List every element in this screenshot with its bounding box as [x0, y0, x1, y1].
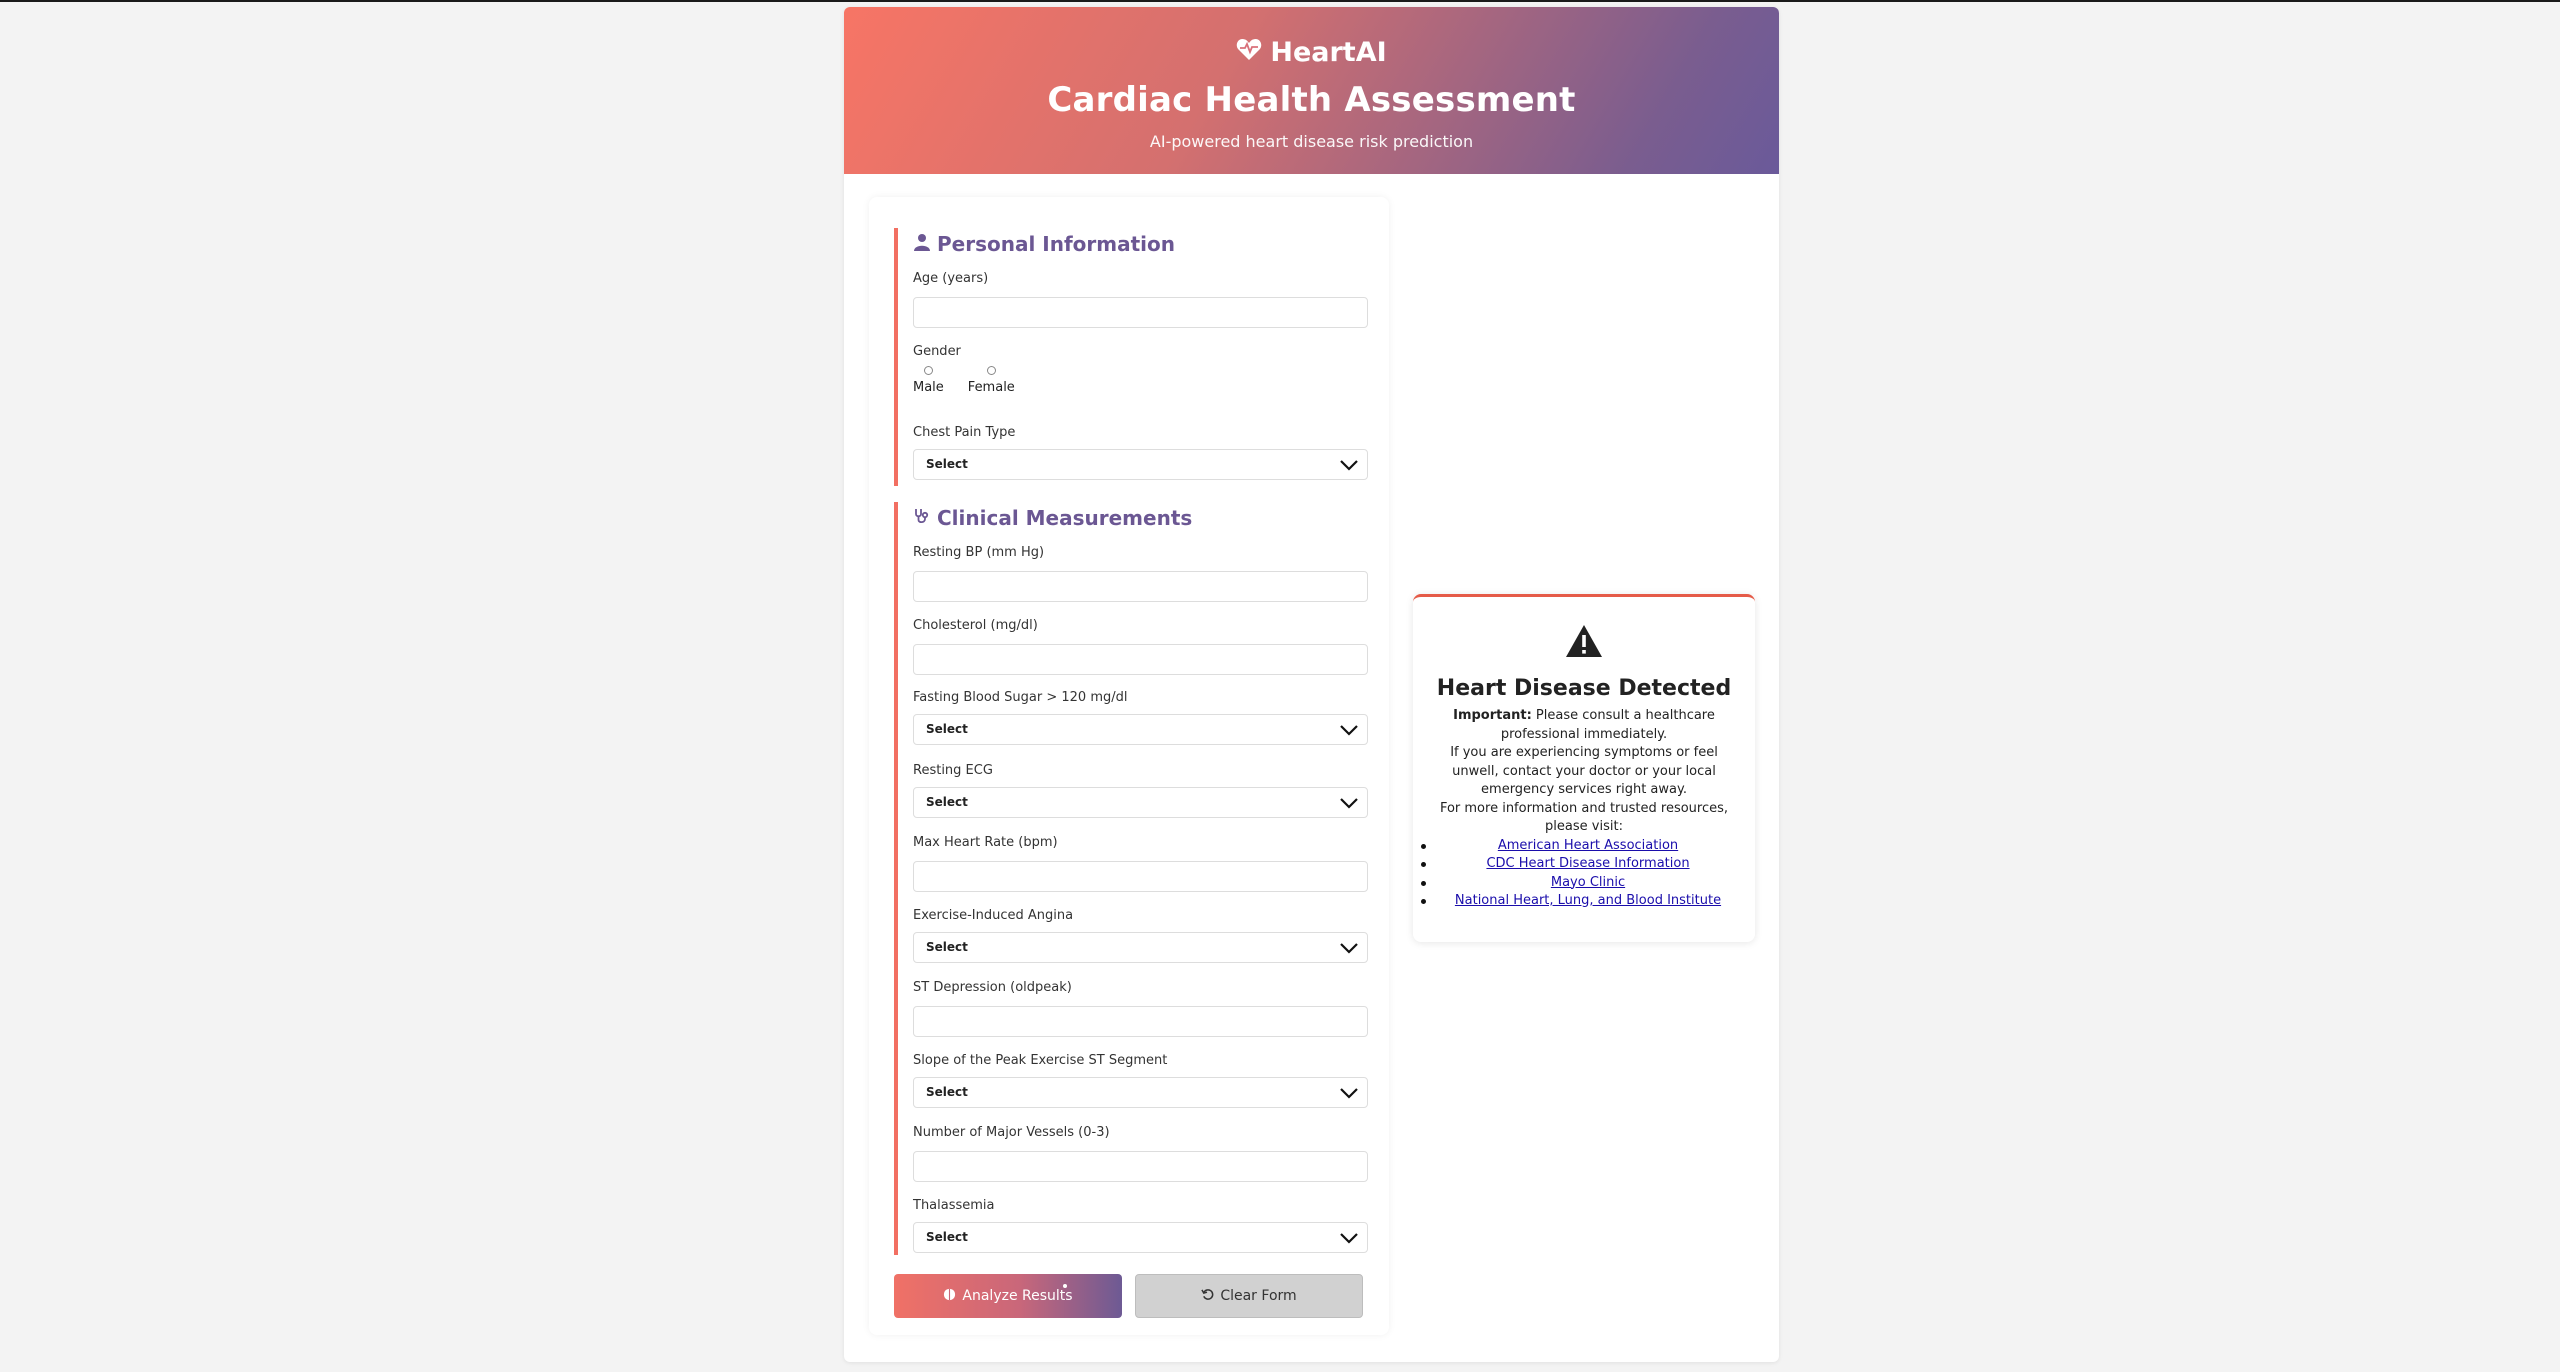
assessment-form: Personal Information Age (years) Gender …: [869, 197, 1389, 1335]
personal-info-section: Personal Information Age (years) Gender …: [894, 228, 1368, 486]
ecg-select[interactable]: Select: [913, 787, 1368, 818]
loading-dot: [1063, 1284, 1067, 1288]
cholesterol-input[interactable]: [913, 644, 1368, 675]
st-depression-label: ST Depression (oldpeak): [913, 980, 1072, 995]
clinical-section: Clinical Measurements Resting BP (mm Hg)…: [894, 502, 1368, 1255]
angina-select[interactable]: Select: [913, 932, 1368, 963]
male-label: Male: [913, 380, 944, 395]
analyze-button[interactable]: Analyze Results: [894, 1274, 1122, 1318]
bullet: [1421, 843, 1426, 849]
ecg-label: Resting ECG: [913, 763, 993, 778]
resource-links: American Heart Association CDC Heart Dis…: [1413, 837, 1755, 911]
link-american-heart-association[interactable]: American Heart Association: [1498, 838, 1678, 853]
list-item: National Heart, Lung, and Blood Institut…: [1421, 892, 1755, 911]
max-hr-input[interactable]: [913, 861, 1368, 892]
result-message: Important: Please consult a healthcare p…: [1439, 707, 1729, 837]
gender-option-male[interactable]: Male: [913, 366, 944, 395]
max-hr-label: Max Heart Rate (bpm): [913, 835, 1058, 850]
chevron-down-icon: [1340, 1088, 1358, 1099]
list-item: Mayo Clinic: [1421, 874, 1755, 893]
slope-select[interactable]: Select: [913, 1077, 1368, 1108]
male-radio[interactable]: [923, 366, 933, 375]
symptoms-note: If you are experiencing symptoms or feel…: [1450, 745, 1718, 797]
chevron-down-icon: [1340, 725, 1358, 736]
link-mayo-clinic[interactable]: Mayo Clinic: [1551, 875, 1625, 890]
page-title: Cardiac Health Assessment: [1047, 80, 1576, 120]
age-label: Age (years): [913, 271, 989, 286]
thalassemia-label: Thalassemia: [913, 1198, 995, 1213]
header-banner: HeartAI Cardiac Health Assessment AI-pow…: [844, 7, 1779, 174]
chest-pain-label: Chest Pain Type: [913, 425, 1016, 440]
resting-bp-label: Resting BP (mm Hg): [913, 545, 1045, 560]
chevron-down-icon: [1340, 943, 1358, 954]
slope-value: Select: [926, 1085, 968, 1099]
user-icon: [913, 232, 931, 256]
st-depression-input[interactable]: [913, 1006, 1368, 1037]
clear-form-button[interactable]: Clear Form: [1135, 1274, 1363, 1318]
vessels-label: Number of Major Vessels (0-3): [913, 1125, 1110, 1140]
chevron-down-icon: [1340, 1233, 1358, 1244]
brain-icon: [943, 1288, 956, 1305]
page-subtitle: AI-powered heart disease risk prediction: [1149, 132, 1474, 151]
angina-value: Select: [926, 940, 968, 954]
result-card: Heart Disease Detected Important: Please…: [1413, 594, 1755, 942]
brand-name: HeartAI: [1270, 37, 1387, 68]
gender-label: Gender: [913, 344, 961, 359]
list-item: CDC Heart Disease Information: [1421, 855, 1755, 874]
bullet: [1421, 899, 1426, 904]
result-title: Heart Disease Detected: [1436, 676, 1732, 701]
age-input[interactable]: [913, 297, 1368, 328]
brand: HeartAI: [844, 7, 1779, 68]
link-cdc[interactable]: CDC Heart Disease Information: [1486, 856, 1689, 871]
resting-bp-input[interactable]: [913, 571, 1368, 602]
female-radio[interactable]: [986, 366, 996, 375]
important-note: Important: Please consult a healthcare p…: [1439, 707, 1729, 744]
fbs-label: Fasting Blood Sugar > 120 mg/dl: [913, 690, 1128, 705]
bullet: [1421, 880, 1426, 886]
chest-pain-value: Select: [926, 457, 968, 471]
angina-label: Exercise-Induced Angina: [913, 908, 1074, 923]
list-item: American Heart Association: [1421, 837, 1755, 856]
fbs-select[interactable]: Select: [913, 714, 1368, 745]
thalassemia-select[interactable]: Select: [913, 1222, 1368, 1253]
stethoscope-icon: [913, 506, 931, 530]
section-title-clinical: Clinical Measurements: [937, 506, 1193, 530]
ecg-value: Select: [926, 795, 968, 809]
chest-pain-select[interactable]: Select: [913, 449, 1368, 480]
analyze-label: Analyze Results: [962, 1288, 1073, 1304]
fbs-value: Select: [926, 722, 968, 736]
chevron-down-icon: [1340, 460, 1358, 471]
heart-pulse-icon: [1236, 37, 1262, 68]
bullet: [1421, 862, 1426, 867]
section-title-personal: Personal Information: [937, 232, 1175, 256]
cholesterol-label: Cholesterol (mg/dl): [913, 618, 1038, 633]
link-nhlbi[interactable]: National Heart, Lung, and Blood Institut…: [1455, 893, 1721, 908]
thalassemia-value: Select: [926, 1230, 968, 1244]
warning-triangle-icon: [1413, 624, 1755, 662]
undo-icon: [1201, 1288, 1214, 1305]
gender-option-female[interactable]: Female: [968, 366, 1015, 395]
female-label: Female: [967, 380, 1015, 395]
gender-radio-group: Male Female: [913, 366, 1015, 395]
important-label: Important:: [1453, 708, 1532, 723]
chevron-down-icon: [1340, 798, 1358, 809]
resources-intro: For more information and trusted resourc…: [1439, 800, 1729, 835]
vessels-input[interactable]: [913, 1151, 1368, 1182]
slope-label: Slope of the Peak Exercise ST Segment: [913, 1053, 1168, 1068]
important-text: Please consult a healthcare professional…: [1500, 708, 1715, 742]
clear-label: Clear Form: [1220, 1288, 1297, 1304]
app-container: HeartAI Cardiac Health Assessment AI-pow…: [844, 7, 1779, 1362]
